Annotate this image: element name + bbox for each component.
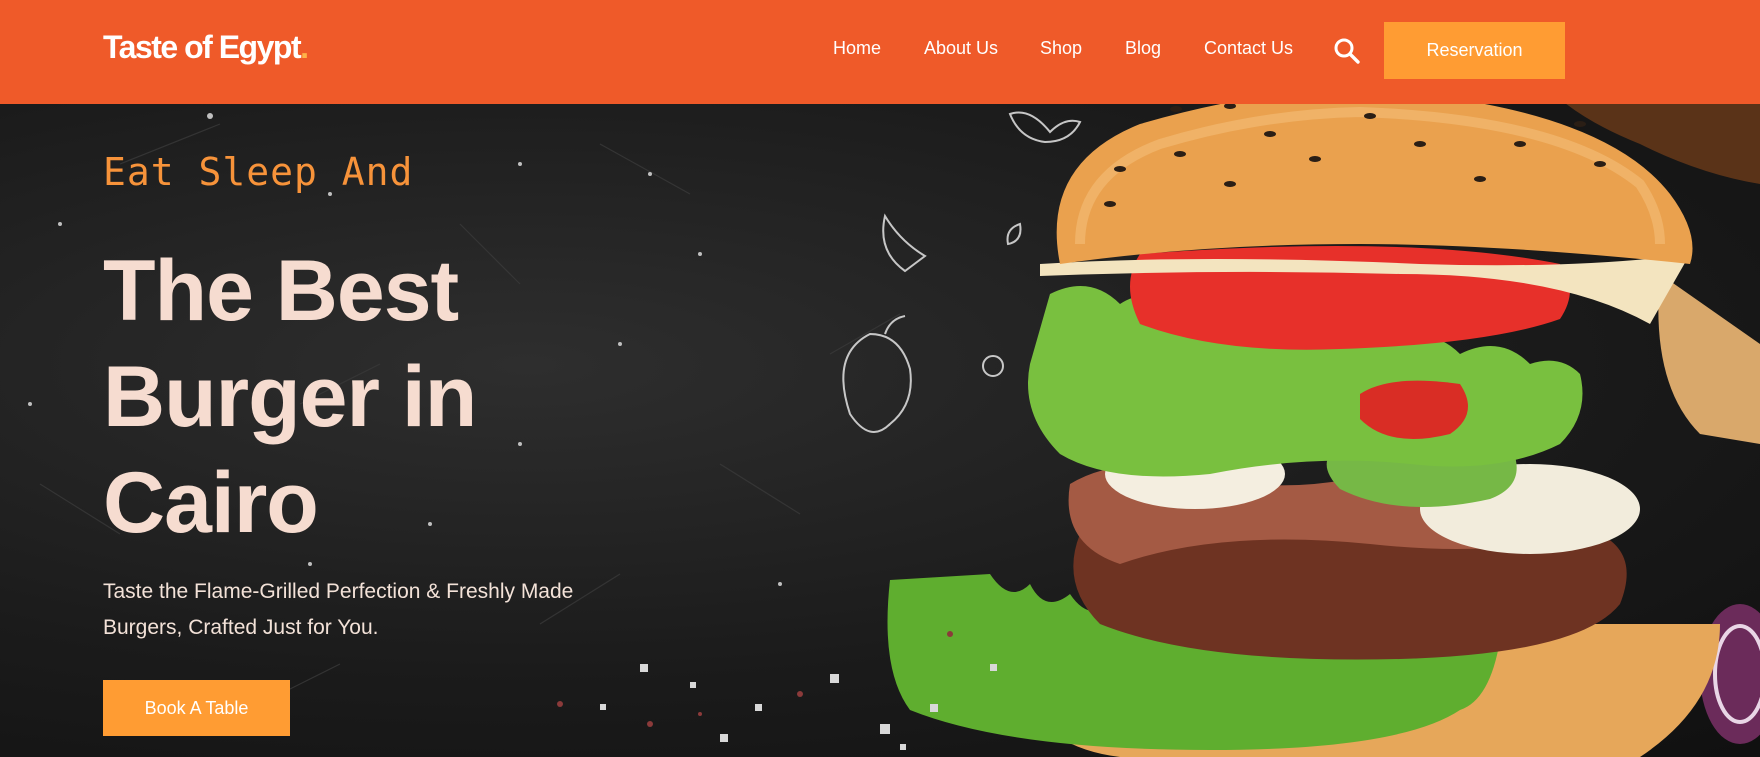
nav-home[interactable]: Home bbox=[833, 38, 881, 59]
hero-headline: The Best Burger in Cairo bbox=[103, 243, 477, 551]
nav-contact-us[interactable]: Contact Us bbox=[1204, 38, 1293, 59]
logo-dot: . bbox=[300, 29, 309, 65]
hero-section: Eat Sleep And The Best Burger in Cairo T… bbox=[0, 104, 1760, 757]
hero-subtitle: Taste the Flame-Grilled Perfection & Fre… bbox=[103, 580, 574, 639]
reservation-button[interactable]: Reservation bbox=[1384, 22, 1565, 79]
search-icon[interactable] bbox=[1333, 37, 1361, 65]
logo[interactable]: Taste of Egypt. bbox=[103, 29, 309, 66]
nav-about-us[interactable]: About Us bbox=[924, 38, 998, 59]
nav-blog[interactable]: Blog bbox=[1125, 38, 1161, 59]
hero-tagline: Eat Sleep And bbox=[103, 150, 414, 194]
nav-shop[interactable]: Shop bbox=[1040, 38, 1082, 59]
logo-text: Taste of Egypt bbox=[103, 29, 302, 65]
site-header: Taste of Egypt. Home About Us Shop Blog … bbox=[0, 0, 1760, 104]
book-a-table-button[interactable]: Book A Table bbox=[103, 680, 290, 736]
